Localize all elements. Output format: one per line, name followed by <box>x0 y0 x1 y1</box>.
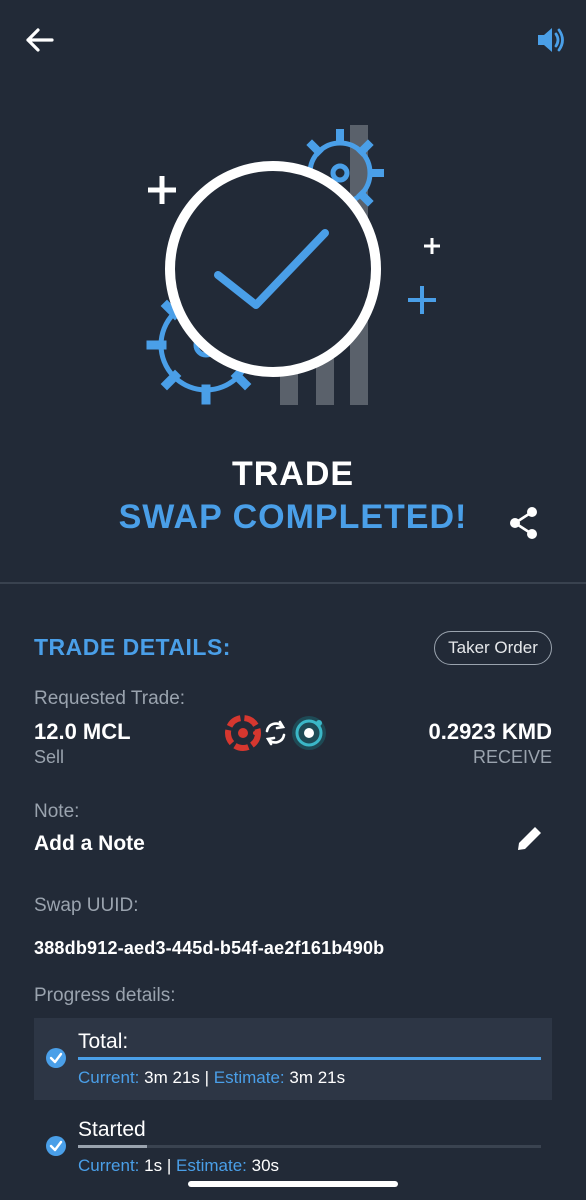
speaker-icon <box>538 28 564 52</box>
estimate-value: 3m 21s <box>289 1068 346 1087</box>
swap-status-title: SWAP COMPLETED! <box>118 498 468 536</box>
arrow-left-icon <box>26 28 54 52</box>
note-label: Note: <box>34 801 80 822</box>
add-note-link[interactable]: Add a Note <box>34 832 145 856</box>
estimate-value: 30s <box>251 1156 280 1175</box>
progress-bar-fill <box>78 1057 541 1060</box>
edit-note-button[interactable] <box>514 822 546 854</box>
order-type-badge: Taker Order <box>434 631 552 665</box>
separator: | <box>204 1068 210 1087</box>
requested-trade-label: Requested Trade: <box>34 688 186 709</box>
estimate-label: Estimate: <box>176 1156 247 1175</box>
receive-amount: 0.2923 KMD <box>428 719 552 744</box>
step-times: Current: 1s | Estimate: 30s <box>78 1156 279 1176</box>
home-indicator[interactable] <box>188 1181 398 1187</box>
step-times: Current: 3m 21s | Estimate: 3m 21s <box>78 1068 345 1088</box>
sound-button[interactable] <box>534 24 570 56</box>
current-value: 3m 21s <box>144 1068 200 1087</box>
share-button[interactable] <box>507 505 541 541</box>
back-button[interactable] <box>24 26 56 54</box>
swap-uuid-label: Swap UUID: <box>34 895 139 916</box>
trade-details-heading: TRADE DETAILS: <box>34 634 231 660</box>
swap-arrows-icon <box>265 720 286 746</box>
swap-completed-illustration <box>140 115 450 415</box>
step-name: Started <box>78 1118 146 1141</box>
check-circle-icon <box>46 1048 66 1068</box>
share-icon <box>510 507 537 539</box>
current-label: Current: <box>78 1068 140 1087</box>
step-name: Total: <box>78 1030 129 1053</box>
swap-uuid-value: 388db912-aed3-445d-b54f-ae2f161b490b <box>34 938 385 958</box>
top-bar <box>0 0 586 80</box>
check-circle-icon <box>46 1136 66 1156</box>
divider <box>0 582 586 584</box>
sell-label: Sell <box>34 747 65 767</box>
receive-label: RECEIVE <box>472 747 552 767</box>
progress-bar-fill <box>78 1145 148 1148</box>
estimate-label: Estimate: <box>213 1068 285 1087</box>
separator: | <box>166 1156 172 1175</box>
mcl-coin-icon <box>225 715 261 751</box>
coin-pair <box>225 712 330 754</box>
pencil-icon <box>518 824 544 850</box>
page-title: TRADE <box>231 455 355 493</box>
current-value: 1s <box>144 1156 163 1175</box>
progress-bar <box>78 1057 541 1060</box>
progress-details-label: Progress details: <box>34 985 176 1006</box>
progress-bar <box>78 1145 541 1148</box>
sell-amount: 12.0 MCL <box>34 719 131 744</box>
kmd-coin-icon <box>292 716 326 750</box>
current-label: Current: <box>78 1156 140 1175</box>
